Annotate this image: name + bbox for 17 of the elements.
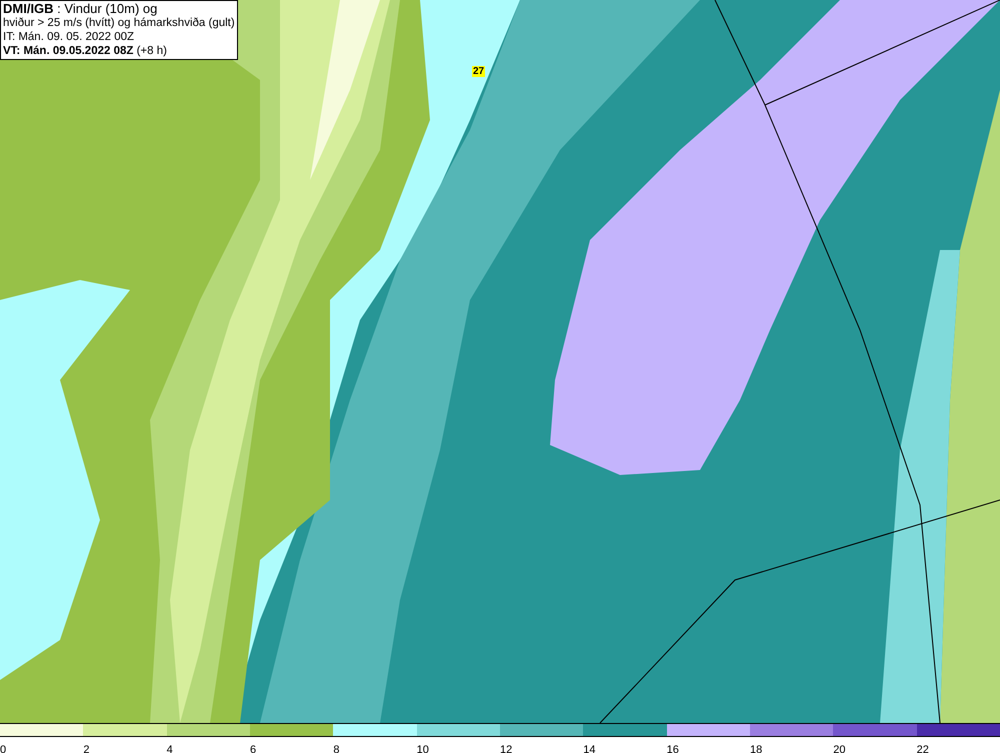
legend-label: 4 [166,744,173,753]
gust-label: 27 [472,66,486,77]
info-line: DMI/IGB : Vindur (10m) og [3,2,158,16]
legend-label: 20 [833,744,846,753]
legend-label: 18 [750,744,762,753]
legend-label: 10 [416,744,429,753]
legend-label: 16 [666,744,679,753]
info-line: hviður > 25 m/s (hvítt) og hámarkshviða (gult) [3,16,235,30]
legend-label: 22 [916,744,929,753]
legend-label: 12 [500,744,512,753]
info-line: VT: Mán. 09.05.2022 08Z (+8 h) [3,44,168,58]
legend-label: 2 [83,744,90,753]
legend-label: 14 [583,744,596,753]
info-line: IT: Mán. 09. 05. 2022 00Z [3,30,136,44]
legend-label: 6 [250,744,256,753]
legend-label: 0 [0,744,6,753]
legend-label: 8 [333,744,340,753]
